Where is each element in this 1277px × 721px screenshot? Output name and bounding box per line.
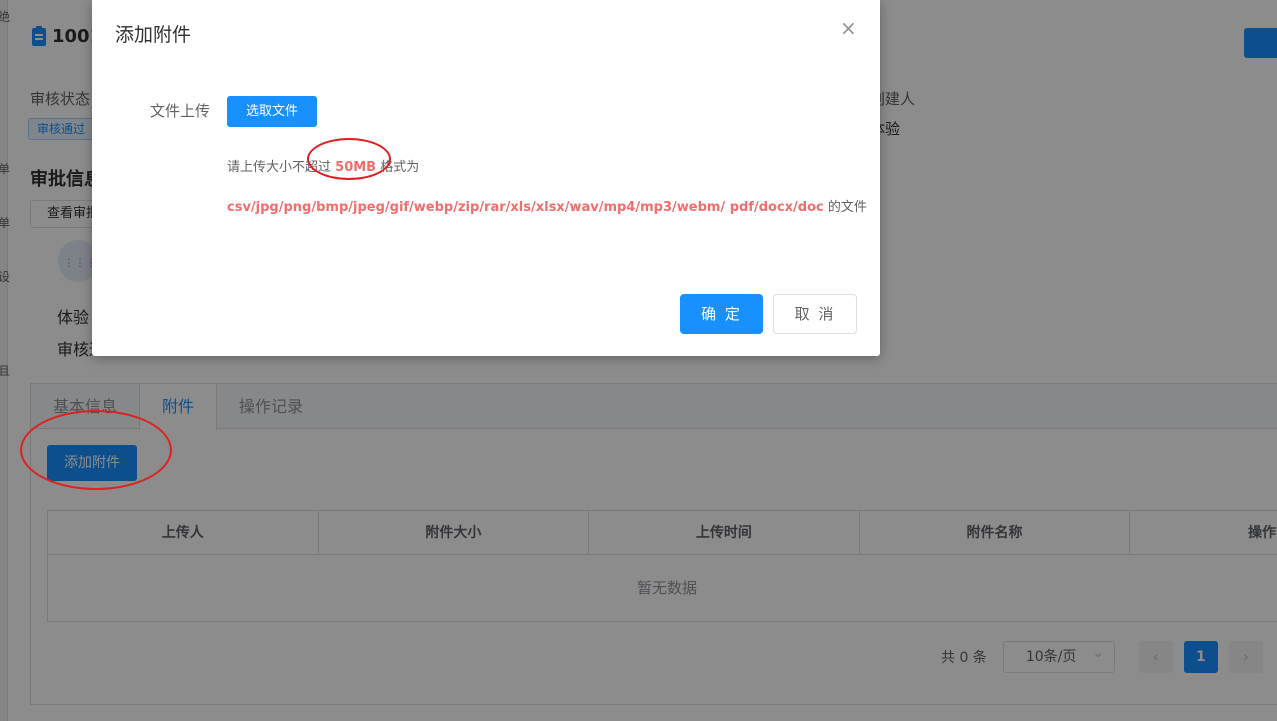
upload-label: 文件上传 — [150, 102, 211, 120]
dialog-title: 添加附件 — [115, 24, 192, 46]
annotation-circle-add-button — [20, 410, 172, 490]
add-attachment-dialog: 添加附件 × 文件上传 选取文件 请上传大小不超过 50MB 格式为 csv/j… — [92, 0, 880, 356]
hint-suffix: 的文件 — [827, 200, 867, 215]
cancel-button[interactable]: 取 消 — [773, 294, 857, 334]
annotation-circle-size — [307, 138, 391, 180]
hint-formats: csv/jpg/png/bmp/jpeg/gif/webp/zip/rar/xl… — [227, 200, 824, 215]
confirm-button[interactable]: 确 定 — [680, 294, 763, 334]
choose-file-button[interactable]: 选取文件 — [227, 96, 317, 127]
close-icon[interactable]: × — [840, 18, 857, 38]
